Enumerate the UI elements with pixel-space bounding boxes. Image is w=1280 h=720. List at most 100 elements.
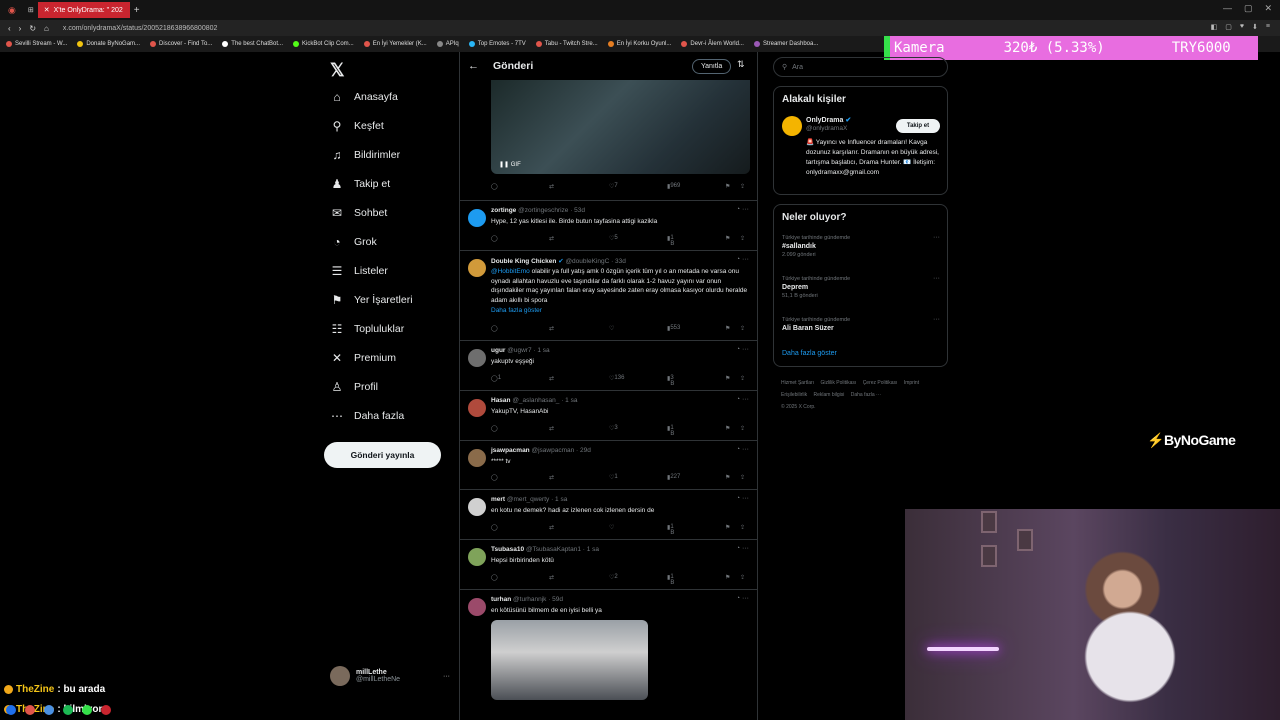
repost-icon[interactable]: ⇄	[549, 474, 554, 481]
bookmark-post-icon[interactable]: ⚑	[725, 325, 730, 332]
forward-icon[interactable]: ›	[19, 24, 22, 33]
repost-icon[interactable]: ⇄	[549, 375, 554, 382]
bookmark-item[interactable]: APIq	[436, 41, 459, 47]
reply-tweet[interactable]: Hasan @_aslanhasan_ · 1 sa ◔ ··· YakupTV…	[460, 390, 757, 440]
reply-tweet[interactable]: Tsubasa10 @TsubasaKaptan1 · 1 sa ◔ ··· H…	[460, 539, 757, 589]
back-arrow-icon[interactable]: ←	[468, 60, 479, 72]
app-icon[interactable]	[6, 705, 16, 715]
reply-icon[interactable]: ◯	[491, 524, 498, 531]
trend-item[interactable]: Türkiye tarihinde gündemde Deprem 51,1 B…	[782, 275, 940, 299]
bookmark-item[interactable]: En İyi Yemekler (K...	[363, 41, 427, 47]
bookmark-item[interactable]: Streamer Dashboa...	[753, 41, 818, 47]
views-icon[interactable]: ▮ 3 B	[667, 375, 674, 387]
reply-tweet[interactable]: jsawpacman @jsawpacman · 29d ◔ ··· *****…	[460, 440, 757, 489]
bookmark-post-icon[interactable]: ⚑	[725, 574, 730, 581]
bookmark-item[interactable]: Tabu - Twitch Stre...	[535, 41, 598, 47]
grok-more-icons[interactable]: ◔ ···	[736, 346, 749, 353]
nav-bookmarks[interactable]: ⚑ Yer İşaretleri	[330, 293, 413, 307]
more-dots-icon[interactable]: ···	[933, 275, 940, 282]
x-logo-icon[interactable]: 𝕏	[330, 60, 345, 81]
tweet-image[interactable]	[491, 620, 648, 700]
reply-icon[interactable]: ◯ 1	[491, 375, 501, 382]
like-icon[interactable]: ♡ 136	[609, 375, 624, 382]
trend-item[interactable]: Türkiye tarihinde gündemde #sallandık 2.…	[782, 234, 940, 258]
reply-tweet[interactable]: Double King Chicken ✔ @doubleKingC · 33d…	[460, 250, 757, 340]
heart-ext-icon[interactable]: ♥	[1240, 23, 1244, 31]
tab-active[interactable]: ✕ X'te OnlyDrama: " 202	[37, 2, 130, 18]
views-icon[interactable]: ▮ 1 B	[667, 574, 674, 586]
bookmark-post-icon[interactable]: ⚑	[725, 425, 730, 432]
reply-icon[interactable]: ◯	[491, 325, 498, 332]
reply-button[interactable]: Yanıtla	[692, 59, 732, 74]
views-icon[interactable]: ▮ 969	[667, 183, 680, 190]
url-field[interactable]: x.com/onlydramaX/status/2005218638966800…	[63, 25, 218, 32]
box-ext-icon[interactable]: ▢	[1225, 23, 1232, 31]
spotify-icon[interactable]	[63, 705, 73, 715]
share-icon[interactable]: ⇪	[740, 235, 745, 242]
nav-messages[interactable]: ✉ Sohbet	[330, 206, 387, 220]
repost-icon[interactable]: ⇄	[549, 524, 554, 531]
nav-profile[interactable]: ♙ Profil	[330, 380, 378, 394]
reply-icon[interactable]: ◯	[491, 574, 498, 581]
nav-premium[interactable]: ✕ Premium	[330, 351, 396, 365]
share-icon[interactable]: ⇪	[740, 574, 745, 581]
close-button[interactable]: ✕	[1264, 3, 1272, 14]
bookmark-post-icon[interactable]: ⚑	[725, 524, 730, 531]
repost-icon[interactable]: ⇄	[549, 425, 554, 432]
reply-tweet[interactable]: zortinge @zortingeschrize · 53d ◔ ··· Hy…	[460, 200, 757, 250]
app-icon[interactable]	[82, 705, 92, 715]
like-icon[interactable]: ♡ 2	[609, 574, 618, 581]
menu-ext-icon[interactable]: ≡	[1266, 23, 1270, 31]
bookmark-item[interactable]: Sevilli Stream - W...	[6, 41, 67, 47]
grok-more-icons[interactable]: ◔ ···	[736, 396, 749, 403]
tab-grid-icon[interactable]: ⊞	[28, 6, 34, 14]
share-icon[interactable]: ⇪	[740, 183, 745, 190]
like-icon[interactable]: ♡ 7	[609, 183, 618, 190]
nav-communities[interactable]: ☷ Topluluklar	[330, 322, 405, 336]
show-more-link[interactable]: Daha fazla göster	[782, 350, 837, 357]
reply-icon[interactable]: ◯	[491, 183, 498, 190]
share-icon[interactable]: ⇪	[740, 325, 745, 332]
bookmark-item[interactable]: Top Emotes - 7TV	[468, 41, 526, 47]
settings-sliders-icon[interactable]: ⇅	[737, 59, 745, 70]
app-icon[interactable]	[44, 705, 54, 715]
views-icon[interactable]: ▮ 553	[667, 325, 680, 332]
bookmark-item[interactable]: The best ChatBot...	[222, 41, 283, 47]
like-icon[interactable]: ♡ 3	[609, 425, 618, 432]
share-icon[interactable]: ⇪	[740, 474, 745, 481]
back-icon[interactable]: ‹	[8, 24, 11, 33]
views-icon[interactable]: ▮ 1 B	[667, 425, 674, 437]
bookmark-post-icon[interactable]: ⚑	[725, 235, 730, 242]
more-dots-icon[interactable]: ···	[933, 234, 940, 241]
nav-grok[interactable]: ◔ Grok	[330, 235, 376, 249]
repost-icon[interactable]: ⇄	[549, 325, 554, 332]
reload-icon[interactable]: ↻	[29, 24, 36, 33]
gif-media[interactable]: ❚❚ GIF	[491, 80, 750, 174]
views-icon[interactable]: ▮ 1 B	[667, 524, 674, 536]
home-browser-icon[interactable]: ⌂	[44, 24, 49, 33]
more-dots-icon[interactable]: ···	[933, 316, 940, 323]
post-button[interactable]: Gönderi yayınla	[324, 442, 441, 468]
reply-icon[interactable]: ◯	[491, 474, 498, 481]
reply-tweet[interactable]: turhan @turhannjk · 59d ◔ ··· en kötüsün…	[460, 589, 757, 720]
bookmark-item[interactable]: Discover - Find To...	[150, 41, 212, 47]
repost-icon[interactable]: ⇄	[549, 235, 554, 242]
maximize-button[interactable]: ▢	[1244, 3, 1253, 14]
new-tab-button[interactable]: +	[134, 5, 140, 16]
reply-tweet[interactable]: ugur @ugwr7 · 1 sa ◔ ··· yakuptv eşşeği …	[460, 340, 757, 390]
share-icon[interactable]: ⇪	[740, 375, 745, 382]
follow-button[interactable]: Takip et	[896, 119, 940, 133]
grok-more-icons[interactable]: ◔ ···	[736, 495, 749, 502]
nav-explore[interactable]: ⚲ Keşfet	[330, 119, 384, 133]
bookmark-post-icon[interactable]: ⚑	[725, 375, 730, 382]
reply-tweet[interactable]: mert @mert_qwerty · 1 sa ◔ ··· en kotu n…	[460, 489, 757, 539]
repost-icon[interactable]: ⇄	[549, 183, 554, 190]
share-icon[interactable]: ⇪	[740, 524, 745, 531]
save-ext-icon[interactable]: ⬇	[1252, 23, 1258, 31]
app-icon[interactable]	[101, 705, 111, 715]
views-icon[interactable]: ▮ 1 B	[667, 235, 674, 247]
repost-icon[interactable]: ⇄	[549, 574, 554, 581]
nav-more[interactable]: ⋯ Daha fazla	[330, 409, 404, 423]
bookmark-item[interactable]: Donate ByNoGam...	[77, 41, 140, 47]
reply-icon[interactable]: ◯	[491, 235, 498, 242]
